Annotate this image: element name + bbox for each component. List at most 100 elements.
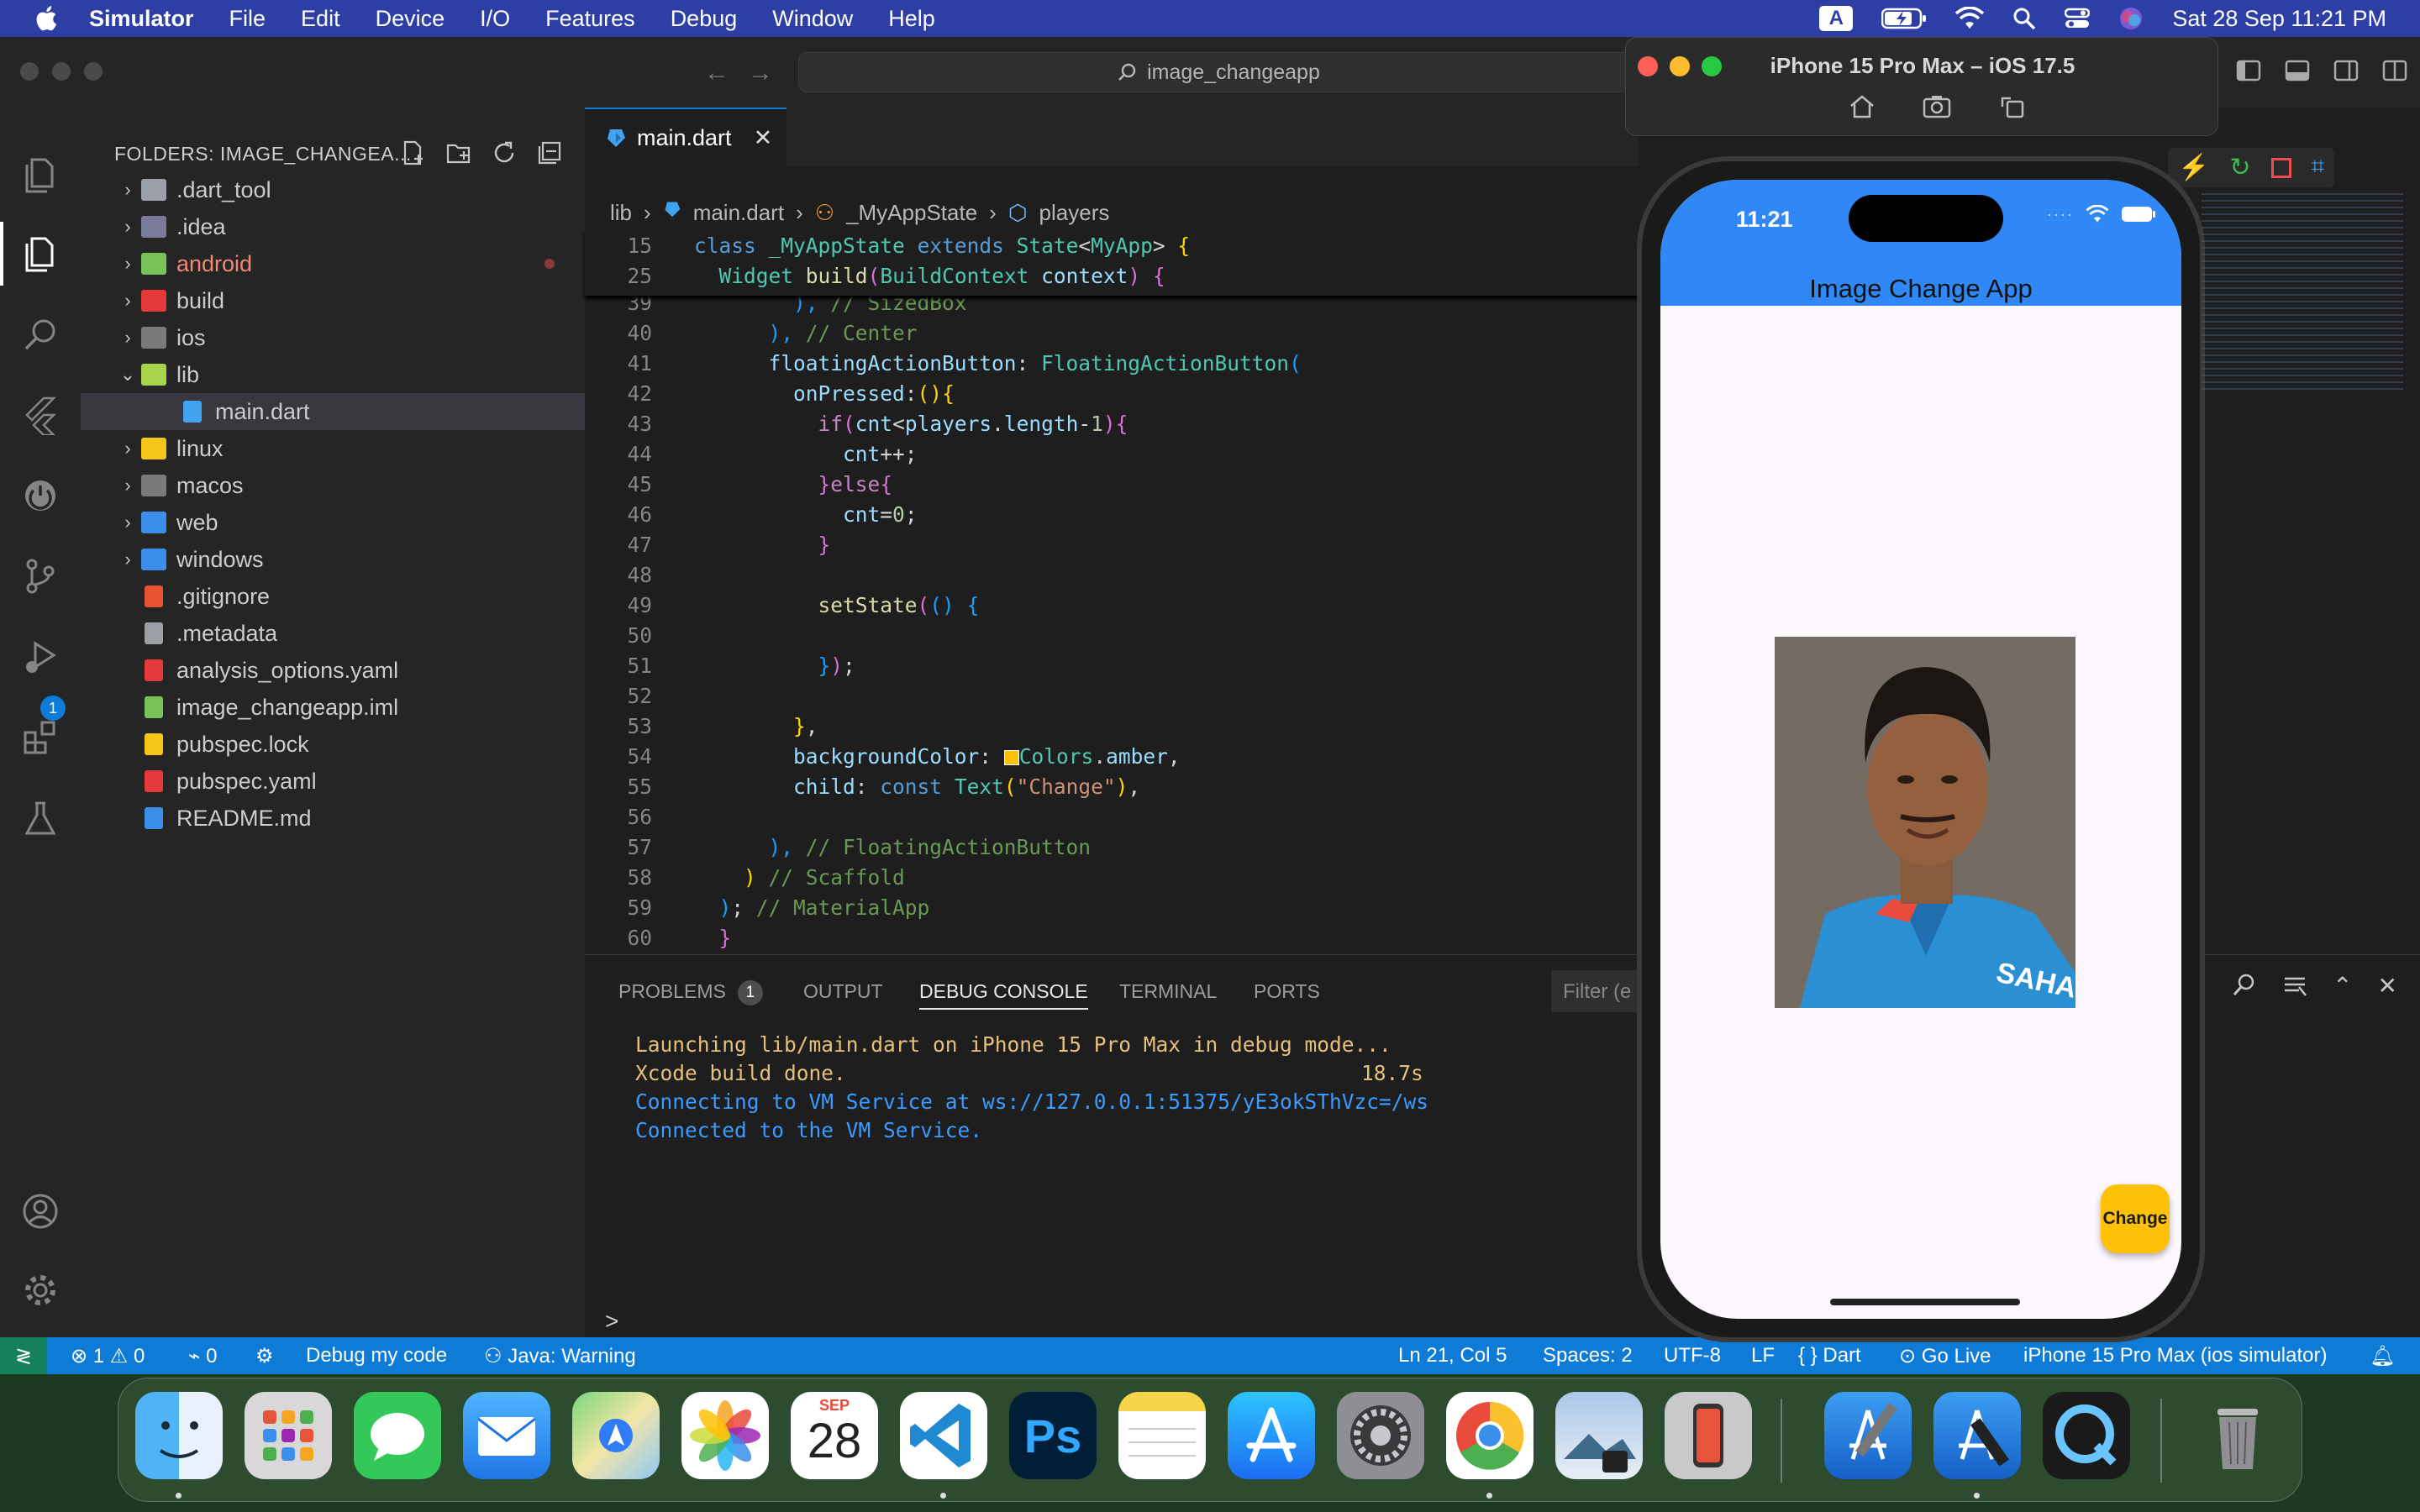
preview-icon[interactable] xyxy=(1555,1392,1643,1479)
menu-features[interactable]: Features xyxy=(545,6,635,32)
control-center-icon[interactable] xyxy=(2065,7,2091,30)
photoshop-icon[interactable]: Ps xyxy=(1009,1392,1097,1479)
home-icon[interactable] xyxy=(1848,93,1876,120)
flutter-icon[interactable] xyxy=(20,395,60,437)
color-swatch[interactable] xyxy=(1003,750,1019,765)
refresh-icon[interactable] xyxy=(491,139,518,166)
battery-icon[interactable] xyxy=(1881,7,1927,30)
tree-item[interactable]: pubspec.yaml xyxy=(81,763,585,800)
remote-indicator[interactable]: ≷ xyxy=(0,1337,47,1374)
tree-item[interactable]: › build xyxy=(81,282,585,319)
menu-help[interactable]: Help xyxy=(888,6,935,32)
tree-item[interactable]: › macos xyxy=(81,467,585,504)
hot-reload-icon[interactable]: ⚡ xyxy=(2178,153,2209,182)
language-mode[interactable]: { } Dart xyxy=(1798,1344,1861,1368)
app-store-icon[interactable] xyxy=(1228,1392,1315,1479)
maximize-panel-icon[interactable]: ⌃ xyxy=(2333,972,2352,1000)
source-control-icon[interactable] xyxy=(20,556,60,596)
toggle-panel-icon[interactable] xyxy=(2284,57,2311,84)
tree-item[interactable]: analysis_options.yaml xyxy=(81,652,585,689)
apple-icon[interactable] xyxy=(34,4,62,33)
testing-icon[interactable] xyxy=(20,798,60,838)
devtools-icon[interactable]: ⌗ xyxy=(2312,153,2325,182)
toggle-sidebar-icon[interactable] xyxy=(2235,57,2262,84)
new-folder-icon[interactable] xyxy=(445,139,472,166)
console-prompt[interactable]: > xyxy=(605,1308,618,1335)
explorer-icon[interactable] xyxy=(20,155,60,195)
change-fab-button[interactable]: Change xyxy=(2101,1184,2170,1253)
wifi-icon[interactable] xyxy=(1955,7,1985,30)
quicktime-icon[interactable] xyxy=(2043,1392,2130,1479)
search-icon[interactable] xyxy=(20,314,60,354)
cursor-position[interactable]: Ln 21, Col 5 xyxy=(1398,1344,1507,1368)
accounts-icon[interactable] xyxy=(20,1191,60,1231)
chrome-icon[interactable] xyxy=(1446,1392,1534,1479)
menu-simulator[interactable]: Simulator xyxy=(89,6,194,32)
sticky-line-build[interactable]: Widget build(BuildContext context) { xyxy=(694,264,1165,288)
tab-ports[interactable]: PORTS xyxy=(1254,980,1320,1003)
home-indicator[interactable] xyxy=(1830,1299,2020,1305)
tree-item[interactable]: › ios xyxy=(81,319,585,356)
collapse-all-icon[interactable] xyxy=(536,139,563,166)
indentation[interactable]: Spaces: 2 xyxy=(1543,1344,1633,1368)
sticky-line-class[interactable]: class _MyAppState extends State<MyApp> { xyxy=(694,234,1190,258)
go-live[interactable]: ⊙ Go Live xyxy=(1899,1344,1991,1368)
trash-icon[interactable] xyxy=(2194,1392,2281,1479)
remote-explorer-icon[interactable] xyxy=(20,475,60,516)
messages-icon[interactable] xyxy=(354,1392,441,1479)
hot-restart-icon[interactable]: ↻ xyxy=(2229,153,2250,182)
mail-icon[interactable] xyxy=(463,1392,550,1479)
notifications-bell-icon[interactable]: 🔔︎ xyxy=(2370,1344,2395,1368)
clear-console-icon[interactable] xyxy=(2282,972,2307,997)
tree-item[interactable]: pubspec.lock xyxy=(81,726,585,763)
tree-item[interactable]: › android xyxy=(81,245,585,282)
nav-back-icon[interactable]: ← xyxy=(704,59,729,87)
xcode-instruments-icon[interactable] xyxy=(1933,1392,2021,1479)
tree-item[interactable]: .gitignore xyxy=(81,578,585,615)
ports-status[interactable]: ⌁ 0 xyxy=(188,1344,217,1368)
menu-device[interactable]: Device xyxy=(376,6,445,32)
menu-window[interactable]: Window xyxy=(772,6,853,32)
calendar-icon[interactable]: SEP 28 xyxy=(791,1392,878,1479)
menu-io[interactable]: I/O xyxy=(480,6,510,32)
menu-debug[interactable]: Debug xyxy=(671,6,738,32)
notes-icon[interactable] xyxy=(1118,1392,1206,1479)
encoding[interactable]: UTF-8 xyxy=(1664,1344,1721,1368)
tab-output[interactable]: OUTPUT xyxy=(803,980,883,1003)
tree-item[interactable]: › .idea xyxy=(81,208,585,245)
extensions-icon[interactable] xyxy=(20,717,60,758)
tree-item[interactable]: image_changeapp.iml xyxy=(81,689,585,726)
tree-item[interactable]: › web xyxy=(81,504,585,541)
vscode-dock-icon[interactable] xyxy=(900,1392,987,1479)
maps-icon[interactable] xyxy=(572,1392,660,1479)
system-settings-icon[interactable] xyxy=(1337,1392,1424,1479)
menubar-clock[interactable]: Sat 28 Sep 11:21 PM xyxy=(2172,6,2386,32)
tab-terminal[interactable]: TERMINAL xyxy=(1119,980,1217,1003)
problems-status[interactable]: ⊗ 1 ⚠ 0 xyxy=(71,1344,145,1368)
menu-file[interactable]: File xyxy=(229,6,266,32)
debug-status-icon[interactable]: ⚙ xyxy=(255,1344,274,1368)
close-panel-icon[interactable]: ✕ xyxy=(2377,972,2396,1000)
search-icon[interactable] xyxy=(2232,972,2257,997)
stop-icon[interactable] xyxy=(2270,158,2291,178)
window-close-button[interactable] xyxy=(20,62,39,81)
run-debug-icon[interactable] xyxy=(20,637,60,677)
device-selector[interactable]: iPhone 15 Pro Max (ios simulator) xyxy=(2023,1344,2327,1368)
iphone-mirroring-icon[interactable] xyxy=(1665,1392,1752,1479)
debug-config[interactable]: Debug my code xyxy=(306,1344,447,1368)
tree-item[interactable]: ⌄ lib xyxy=(81,356,585,393)
finder-icon[interactable] xyxy=(135,1392,223,1479)
line-endings[interactable]: LF xyxy=(1751,1344,1775,1368)
tree-item[interactable]: › windows xyxy=(81,541,585,578)
tree-item[interactable]: main.dart xyxy=(81,393,585,430)
launchpad-icon[interactable] xyxy=(245,1392,332,1479)
photos-icon[interactable] xyxy=(681,1392,769,1479)
rotate-icon[interactable] xyxy=(1999,93,2026,120)
tree-item[interactable]: › linux xyxy=(81,430,585,467)
input-source-icon[interactable]: A xyxy=(1819,6,1854,31)
tab-problems[interactable]: PROBLEMS 1 xyxy=(618,980,763,1005)
minimap[interactable] xyxy=(2202,193,2403,395)
tab-debug-console[interactable]: DEBUG CONSOLE xyxy=(919,980,1088,1010)
window-zoom-button[interactable] xyxy=(84,62,103,81)
java-status[interactable]: ⚇ Java: Warning xyxy=(484,1344,636,1368)
